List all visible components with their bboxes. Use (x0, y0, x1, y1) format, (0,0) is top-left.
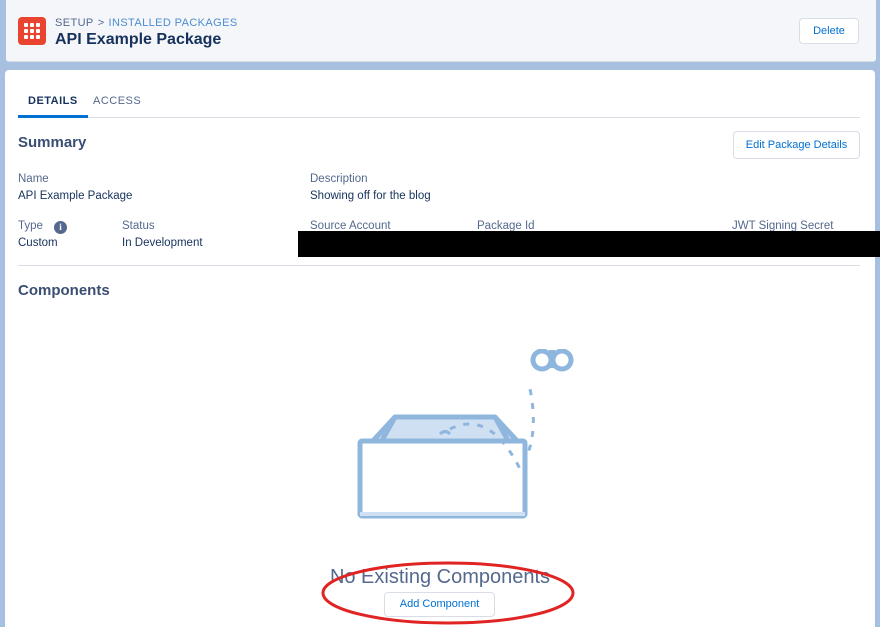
type-label: Type (18, 220, 43, 232)
info-icon[interactable]: i (54, 221, 67, 234)
section-divider (18, 265, 860, 266)
description-value: Showing off for the blog (310, 190, 431, 202)
tab-access[interactable]: ACCESS (93, 95, 141, 107)
breadcrumb-separator: > (97, 17, 105, 29)
tab-bar: DETAILS ACCESS (18, 92, 860, 118)
type-value: Custom (18, 237, 58, 249)
edit-package-details-button[interactable]: Edit Package Details (733, 131, 860, 159)
status-label: Status (122, 220, 155, 232)
components-heading: Components (18, 282, 110, 299)
annotation-circle (321, 561, 575, 625)
grid-app-icon (18, 17, 46, 45)
status-value: In Development (122, 237, 203, 249)
active-tab-indicator (18, 115, 88, 118)
delete-button[interactable]: Delete (799, 18, 859, 44)
redaction-bar (298, 231, 880, 257)
empty-tray-illustration (357, 349, 574, 519)
breadcrumb: SETUP > INSTALLED PACKAGES (55, 17, 238, 29)
description-label: Description (310, 173, 368, 185)
tab-details[interactable]: DETAILS (28, 95, 78, 107)
name-value: API Example Package (18, 190, 133, 202)
breadcrumb-setup[interactable]: SETUP (55, 17, 94, 29)
page-title: API Example Package (55, 31, 222, 48)
breadcrumb-installed-packages[interactable]: INSTALLED PACKAGES (109, 17, 238, 29)
page-header: SETUP > INSTALLED PACKAGES API Example Pac… (6, 0, 876, 62)
package-detail-card: DETAILS ACCESS Summary Edit Package Deta… (5, 70, 880, 627)
name-label: Name (18, 173, 49, 185)
summary-heading: Summary (18, 134, 87, 151)
